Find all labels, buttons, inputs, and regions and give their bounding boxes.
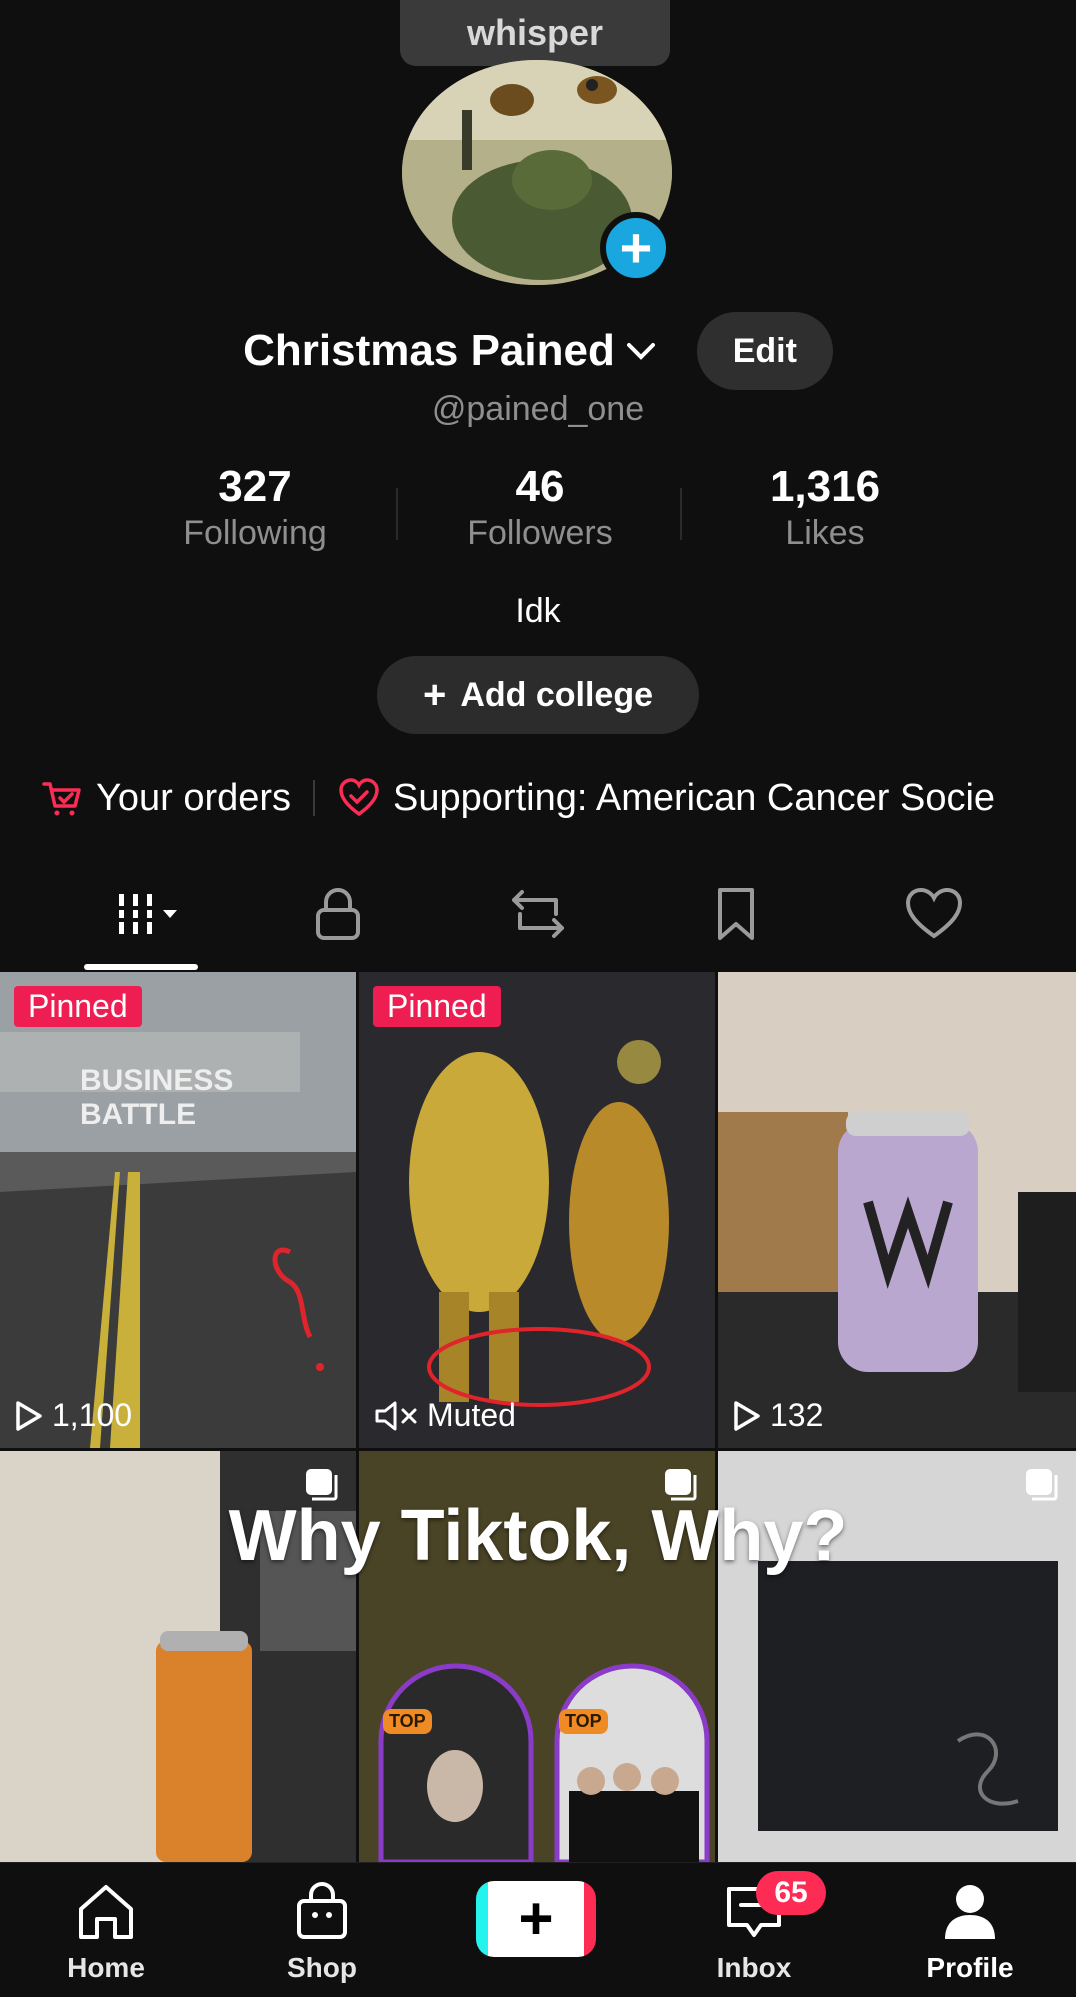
your-orders-label: Your orders bbox=[96, 776, 292, 819]
bottom-nav: Home Shop + Inbox 65 Profile bbox=[0, 1862, 1076, 1997]
separator bbox=[313, 780, 316, 816]
following-stat[interactable]: 327 Following bbox=[140, 462, 370, 553]
chevron-down-icon[interactable] bbox=[621, 331, 661, 371]
username: @pained_one bbox=[431, 390, 645, 428]
add-college-button[interactable]: + Add college bbox=[377, 656, 699, 734]
display-name[interactable]: Christmas Pained bbox=[243, 326, 615, 376]
heart-icon bbox=[905, 887, 963, 939]
profile-icon bbox=[945, 1885, 995, 1939]
tab-liked[interactable] bbox=[894, 876, 974, 952]
nav-shop[interactable]: Shop bbox=[252, 1879, 392, 1984]
likes-stat[interactable]: 1,316 Likes bbox=[710, 462, 940, 553]
plus-icon: + bbox=[422, 672, 447, 717]
bio: Idk bbox=[515, 592, 561, 630]
overlay-caption: Why Tiktok, Why? bbox=[228, 1496, 848, 1576]
top-badge: TOP bbox=[383, 1709, 432, 1734]
shop-bag-icon bbox=[297, 1882, 347, 1939]
muted-speaker-icon bbox=[375, 1401, 417, 1430]
add-college-label: Add college bbox=[460, 675, 654, 714]
supporting-link[interactable]: Supporting: American Cancer Socie bbox=[337, 776, 995, 820]
bookmark-icon bbox=[718, 888, 754, 940]
nav-home[interactable]: Home bbox=[36, 1879, 176, 1984]
divider bbox=[680, 488, 682, 540]
muted-indicator: Muted bbox=[373, 1397, 516, 1434]
pinned-badge: Pinned bbox=[373, 986, 501, 1027]
followers-stat[interactable]: 46 Followers bbox=[425, 462, 655, 553]
nav-profile[interactable]: Profile bbox=[900, 1879, 1040, 1984]
heart-handshake-icon bbox=[339, 778, 379, 817]
divider bbox=[396, 488, 398, 540]
tab-reposts[interactable] bbox=[498, 876, 578, 952]
pinned-badge: Pinned bbox=[14, 986, 142, 1027]
repost-icon bbox=[512, 890, 564, 938]
video-overlay-text: BUSINESS BATTLE bbox=[80, 1064, 234, 1131]
home-icon bbox=[79, 1885, 133, 1939]
your-orders-link[interactable]: Your orders bbox=[40, 776, 291, 820]
play-icon bbox=[16, 1400, 42, 1431]
view-count: 132 bbox=[732, 1397, 823, 1434]
whisper-tooltip: whisper bbox=[400, 0, 670, 66]
tab-favorites[interactable] bbox=[696, 876, 776, 952]
video-thumbnail[interactable]: Pinned Muted bbox=[359, 972, 715, 1448]
create-button[interactable]: + bbox=[476, 1881, 596, 1957]
top-badge: TOP bbox=[559, 1709, 608, 1734]
plus-icon: + bbox=[488, 1881, 584, 1957]
videos-grid-icon bbox=[116, 894, 177, 934]
cart-icon bbox=[42, 782, 81, 816]
edit-profile-button[interactable]: Edit bbox=[696, 312, 833, 390]
tab-underline bbox=[84, 964, 198, 970]
tab-videos[interactable] bbox=[108, 876, 188, 952]
lock-icon bbox=[316, 888, 360, 940]
play-icon bbox=[734, 1400, 760, 1431]
inbox-count-badge: 65 bbox=[756, 1871, 826, 1915]
video-thumbnail[interactable]: 132 bbox=[718, 972, 1076, 1448]
view-count: 1,100 bbox=[14, 1397, 132, 1434]
video-thumbnail[interactable]: Pinned 1,100 BUSINESS BATTLE bbox=[0, 972, 356, 1448]
supporting-label: Supporting: American Cancer Socie bbox=[393, 776, 996, 819]
add-avatar-button[interactable]: + bbox=[600, 212, 672, 284]
tab-private[interactable] bbox=[298, 876, 378, 952]
